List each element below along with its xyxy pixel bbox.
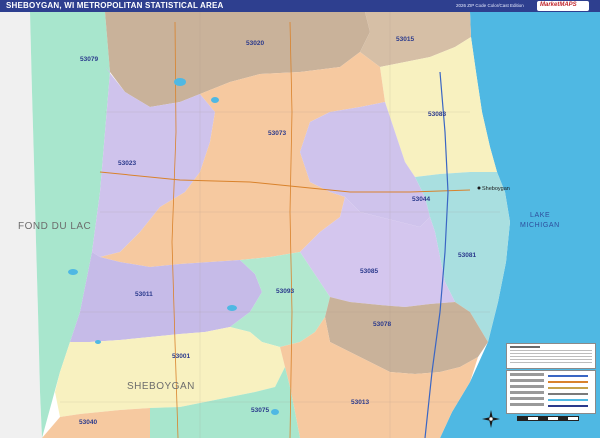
lake-icon	[174, 78, 186, 86]
map-legend	[506, 370, 596, 414]
zip-label-53040: 53040	[79, 419, 97, 426]
county-label-fond-du-lac: FOND DU LAC	[18, 221, 91, 232]
legend-swatch	[548, 375, 588, 377]
legend-text	[510, 379, 544, 382]
legend-swatch	[548, 387, 588, 389]
zip-label-53023: 53023	[118, 160, 136, 167]
edition-label: 2026 ZIP Code Color/Cast Edition	[456, 3, 524, 8]
lake-label-line2: MICHIGAN	[520, 222, 560, 229]
title-bar: SHEBOYGAN, WI METROPOLITAN STATISTICAL A…	[0, 0, 600, 12]
legend-text	[510, 397, 544, 400]
zip-label-53083: 53083	[428, 111, 446, 118]
map-title: SHEBOYGAN, WI METROPOLITAN STATISTICAL A…	[6, 1, 224, 10]
inset-header	[510, 346, 540, 348]
zip-label-53081: 53081	[458, 252, 476, 259]
zip-label-53015: 53015	[396, 36, 414, 43]
legend-row	[510, 373, 592, 378]
map-frame: SHEBOYGAN, WI METROPOLITAN STATISTICAL A…	[0, 0, 600, 438]
county-label-sheboygan: SHEBOYGAN	[127, 381, 195, 392]
legend-swatch	[548, 405, 588, 407]
legend-swatch	[548, 381, 588, 383]
zip-label-53073: 53073	[268, 130, 286, 137]
zip-label-53085: 53085	[360, 268, 378, 275]
legend-text	[510, 391, 544, 394]
lake-icon	[271, 409, 279, 415]
market-maps-logo: MarketMAPS	[537, 1, 589, 11]
zip-label-53044: 53044	[412, 196, 430, 203]
city-marker-icon	[477, 186, 481, 190]
zip-inset-legend	[506, 343, 596, 369]
zip-label-53093: 53093	[276, 288, 294, 295]
legend-row	[510, 385, 592, 390]
lake-icon	[95, 340, 101, 344]
lake-icon	[227, 305, 237, 311]
legend-text	[510, 403, 544, 406]
legend-swatch	[548, 399, 588, 401]
compass-rose-icon	[482, 410, 500, 428]
zip-label-53020: 53020	[246, 40, 264, 47]
legend-row	[510, 379, 592, 384]
legend-text	[510, 373, 544, 376]
lake-label-line1: LAKE	[530, 212, 550, 219]
legend-text	[510, 385, 544, 388]
zip-label-53001: 53001	[172, 353, 190, 360]
lake-icon	[211, 97, 219, 103]
logo-text: MarketMAPS	[540, 2, 577, 8]
zip-label-53078: 53078	[373, 321, 391, 328]
legend-row	[510, 397, 592, 402]
legend-row	[510, 391, 592, 396]
zip-label-53013: 53013	[351, 399, 369, 406]
city-label-sheboygan: Sheboygan	[482, 186, 510, 192]
zip-label-53075: 53075	[251, 407, 269, 414]
inset-zip-list	[510, 350, 592, 365]
zip-label-53011: 53011	[135, 291, 153, 298]
scale-bar	[517, 416, 579, 421]
legend-row	[510, 403, 592, 408]
lake-icon	[68, 269, 78, 275]
legend-swatch	[548, 393, 588, 395]
zip-label-53079: 53079	[80, 56, 98, 63]
